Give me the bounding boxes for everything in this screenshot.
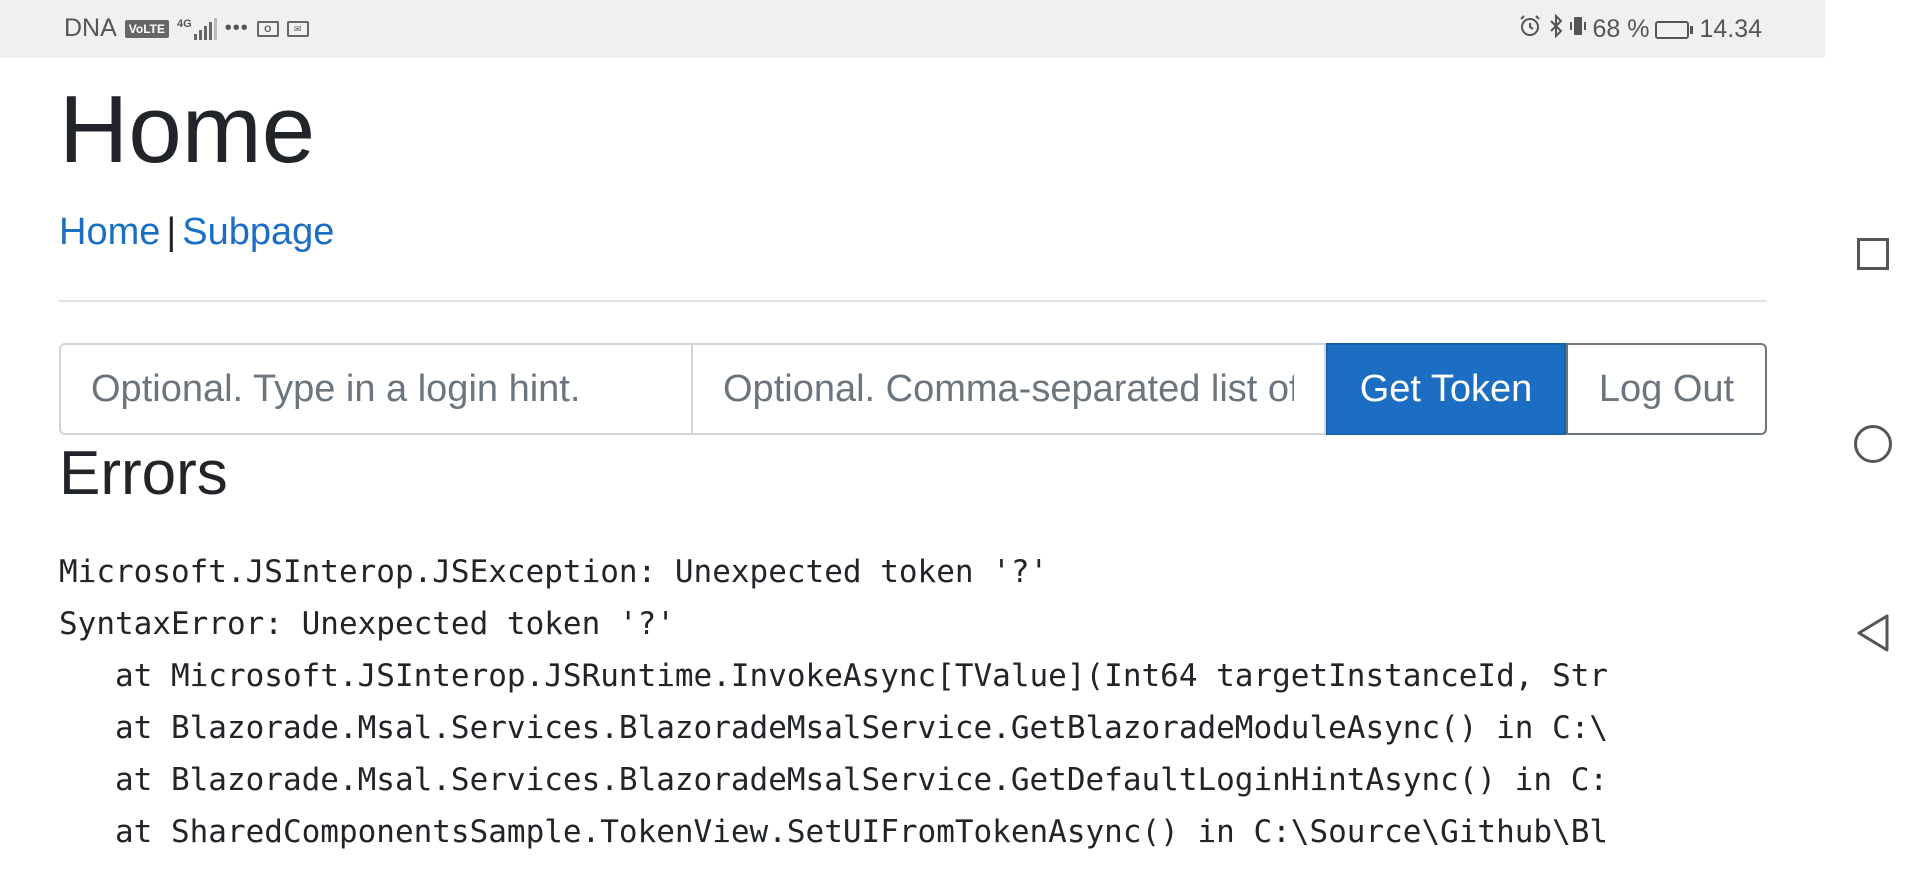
vibrate-icon [1570, 14, 1587, 45]
divider [59, 300, 1767, 302]
error-line: at Blazorade.Msal.Services.BlazoradeMsal… [59, 710, 1609, 746]
more-dots-icon: ••• [224, 17, 249, 39]
android-nav-bar [1825, 0, 1920, 886]
home-circle-icon[interactable] [1853, 424, 1893, 464]
status-right: 68 % 14.34 [1518, 13, 1762, 45]
error-line: at Microsoft.JSInterop.JSRuntime.InvokeA… [59, 658, 1609, 694]
bluetooth-icon [1548, 13, 1564, 45]
carrier-name: DNA [64, 14, 117, 42]
outlook-icon: O [256, 20, 279, 37]
page-title: Home [59, 76, 316, 183]
error-line: SyntaxError: Unexpected token '?' [59, 606, 675, 642]
clock: 14.34 [1699, 15, 1762, 43]
error-output: Microsoft.JSInterop.JSException: Unexpec… [59, 546, 1767, 858]
status-bar: DNA VoLTE 4G ••• O ✉ 68 % 14.34 [0, 0, 1825, 58]
log-out-button[interactable]: Log Out [1566, 343, 1767, 435]
scopes-input[interactable] [691, 343, 1326, 435]
signal-icon: 4G [177, 17, 217, 40]
battery-icon [1655, 20, 1694, 39]
nav-link-home[interactable]: Home [59, 211, 160, 253]
error-line: at SharedComponentsSample.TokenView.SetU… [59, 814, 1609, 850]
error-line: Microsoft.JSInterop.JSException: Unexpec… [59, 554, 1049, 590]
back-triangle-icon[interactable] [1853, 613, 1893, 653]
nav-separator: | [166, 211, 177, 253]
token-input-group: Get Token Log Out [59, 343, 1767, 435]
mail-icon: ✉ [286, 20, 309, 37]
login-hint-input[interactable] [59, 343, 693, 435]
network-type-label: 4G [177, 17, 192, 30]
error-line: at Blazorade.Msal.Services.BlazoradeMsal… [59, 762, 1609, 798]
get-token-button[interactable]: Get Token [1326, 343, 1566, 435]
errors-heading: Errors [59, 439, 228, 508]
alarm-icon [1518, 14, 1542, 45]
volte-icon: VoLTE [124, 19, 170, 38]
recent-apps-icon[interactable] [1853, 234, 1893, 274]
nav-link-subpage[interactable]: Subpage [182, 211, 334, 253]
page-nav: Home | Subpage [59, 211, 334, 254]
status-left: DNA VoLTE 4G ••• O ✉ [64, 14, 309, 43]
battery-percent: 68 % [1592, 15, 1650, 43]
